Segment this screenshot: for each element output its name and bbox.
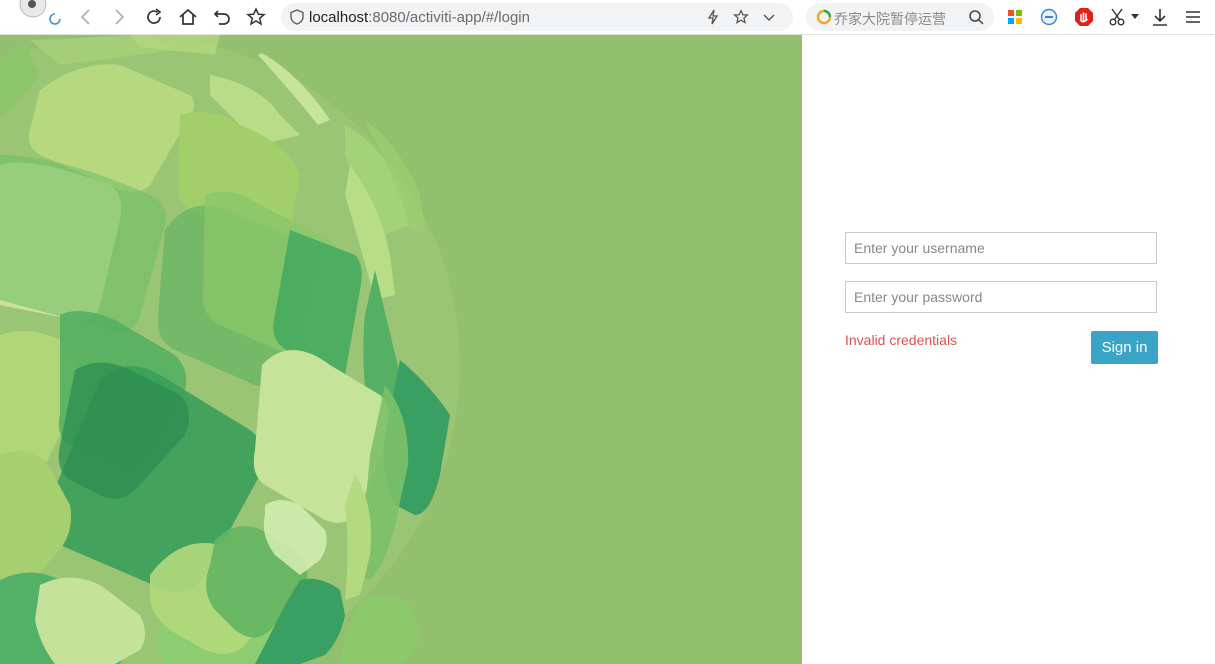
error-message: Invalid credentials	[845, 332, 958, 348]
dropdown-caret-icon[interactable]	[1128, 5, 1142, 29]
back-icon[interactable]	[74, 5, 98, 29]
home-icon[interactable]	[176, 5, 200, 29]
favorite-star-icon[interactable]	[729, 5, 753, 29]
search-engine-icon	[812, 5, 836, 29]
login-panel: Invalid credentials Sign in	[802, 35, 1215, 664]
url-host: localhost	[309, 9, 369, 26]
scissors-icon[interactable]	[1106, 5, 1130, 29]
sign-in-button[interactable]: Sign in	[1091, 331, 1158, 364]
address-bar[interactable]: localhost:8080/activiti-app/#/login	[281, 3, 793, 31]
lightning-icon[interactable]	[701, 5, 725, 29]
search-icon[interactable]	[964, 5, 988, 29]
url-path: :8080/activiti-app/#/login	[368, 9, 530, 26]
chevron-down-icon[interactable]	[757, 5, 781, 29]
loading-icon	[48, 12, 62, 26]
password-field[interactable]	[845, 281, 1157, 313]
forward-icon[interactable]	[107, 5, 131, 29]
browser-toolbar: localhost:8080/activiti-app/#/login 乔家大院…	[0, 0, 1215, 35]
username-field[interactable]	[845, 232, 1157, 264]
green-sphere-graphic	[0, 35, 460, 664]
search-bar[interactable]: 乔家大院暂停运营	[806, 3, 994, 31]
bookmark-star-icon[interactable]	[244, 5, 268, 29]
undo-icon[interactable]	[210, 5, 234, 29]
extension-icon[interactable]	[1037, 5, 1061, 29]
apps-grid-icon[interactable]	[1003, 5, 1027, 29]
shield-icon	[285, 5, 309, 29]
adblock-icon[interactable]	[1072, 5, 1096, 29]
avatar[interactable]	[18, 0, 48, 22]
url-text: localhost:8080/activiti-app/#/login	[309, 9, 530, 26]
hero-illustration	[0, 35, 802, 664]
menu-icon[interactable]	[1181, 5, 1205, 29]
download-icon[interactable]	[1148, 5, 1172, 29]
search-placeholder: 乔家大院暂停运营	[834, 12, 946, 28]
reload-icon[interactable]	[142, 5, 166, 29]
